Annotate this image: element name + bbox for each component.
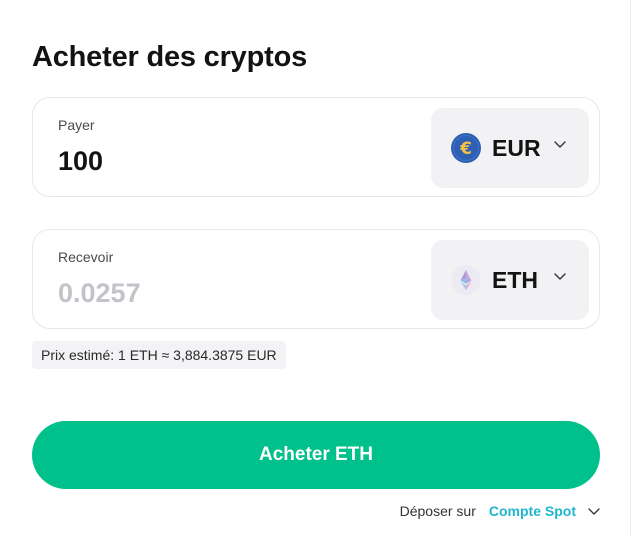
buy-eth-button[interactable]: Acheter ETH (32, 421, 600, 489)
deposit-destination: Déposer sur Compte Spot (400, 501, 601, 521)
page-title: Acheter des cryptos (32, 41, 308, 74)
chevron-down-icon[interactable] (587, 506, 601, 516)
receive-card: Recevoir ETH (32, 229, 600, 329)
receive-amount-input[interactable] (55, 278, 421, 309)
receive-currency-code: ETH (492, 267, 538, 293)
receive-label: Recevoir (58, 249, 114, 265)
spot-account-link[interactable]: Compte Spot (489, 503, 576, 519)
pay-label: Payer (58, 117, 95, 133)
panel-divider (630, 0, 631, 535)
estimated-price: Prix estimé: 1 ETH ≈ 3,884.3875 EUR (32, 341, 286, 369)
chevron-down-icon (554, 141, 566, 148)
pay-card: Payer € EUR (32, 97, 600, 197)
receive-currency-select[interactable]: ETH (431, 240, 589, 320)
ethereum-icon (451, 265, 481, 295)
pay-currency-code: EUR (492, 135, 541, 161)
pay-currency-select[interactable]: € EUR (431, 108, 589, 188)
chevron-down-icon (554, 273, 566, 280)
svg-text:€: € (459, 139, 472, 159)
pay-amount-input[interactable] (55, 146, 421, 177)
deposit-label: Déposer sur (399, 503, 476, 519)
euro-coin-icon: € (451, 133, 481, 163)
